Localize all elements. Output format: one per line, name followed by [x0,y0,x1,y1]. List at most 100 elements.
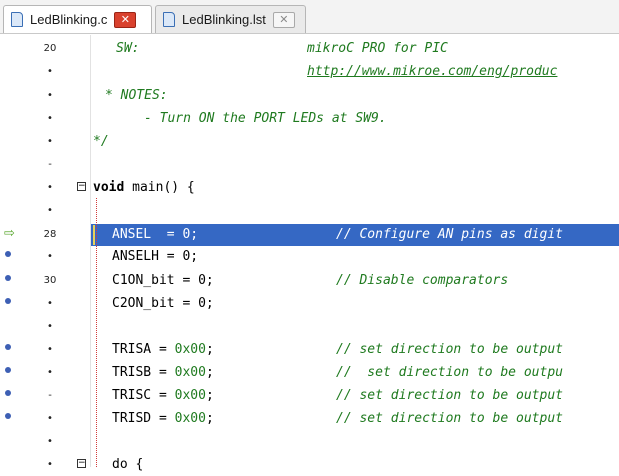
marker [4,385,14,407]
code-comment: // set direction to be output [336,411,563,426]
code-comment: // set direction to be outpu [336,365,563,380]
code-text: TRISB = [112,365,175,380]
breakpoint-dot-icon[interactable] [5,413,11,419]
breakpoint-dot-icon[interactable] [5,344,11,350]
marker [4,408,14,430]
line-number: • [47,90,53,101]
code-text: TRISC = [112,388,175,403]
url-link[interactable]: http://www.mikroe.com/eng/produc [307,61,557,83]
code-line[interactable]: • − void main() { [0,177,619,199]
hex-literal: 0x00 [174,342,206,357]
code-line[interactable]: 20 SW: mikroC PRO for PIC [0,38,619,60]
code-text: ANSELH = 0; [112,249,199,264]
marker [4,246,14,268]
close-icon[interactable]: ✕ [114,11,137,28]
code-line[interactable]: • TRISB = 0x00; // set direction to be o… [0,362,619,384]
code-line[interactable]: • - Turn ON the PORT LEDs at SW9. [0,108,619,130]
hex-literal: 0x00 [174,388,206,403]
marker [4,293,14,315]
tab-ledblinking-c[interactable]: LedBlinking.c ✕ [3,5,152,33]
code-comment: // set direction to be output [336,342,563,357]
breakpoint-dot-icon[interactable] [5,251,11,257]
code-comment: // Configure AN pins as digit [336,227,563,242]
code-text: */ [93,134,109,149]
line-number: 20 [43,43,57,54]
line-number: 28 [43,229,57,240]
code-text: ; [205,342,214,357]
line-number: • [47,251,53,262]
line-number: • [47,344,53,355]
line-number: • [47,436,53,447]
marker [4,362,14,384]
code-text: C1ON_bit = 0; [112,273,214,288]
code-line[interactable]: • C2ON_bit = 0; [0,293,619,315]
code-text: mikroC PRO for PIC [307,41,448,56]
code-line[interactable]: • TRISD = 0x00; // set direction to be o… [0,408,619,430]
file-icon [163,12,175,27]
code-text: C2ON_bit = 0; [112,296,214,311]
code-text: main() { [124,180,195,195]
code-line[interactable]: • − do { [0,454,619,476]
close-icon[interactable]: ✕ [272,11,295,28]
tab-label: LedBlinking.lst [182,12,266,27]
code-text: TRISA = [112,342,175,357]
marker: ⇨ [4,224,15,246]
code-line[interactable]: • TRISA = 0x00; // set direction to be o… [0,339,619,361]
hex-literal: 0x00 [174,365,206,380]
line-number: • [47,321,53,332]
tab-ledblinking-lst[interactable]: LedBlinking.lst ✕ [155,5,306,33]
code-text: TRISC = 0x00; [112,385,214,407]
fold-toggle-icon[interactable]: − [77,182,86,191]
code-text: * NOTES: [105,88,168,103]
code-line[interactable]: • [0,200,619,222]
exec-arrow-icon: ⇨ [4,226,15,241]
code-line[interactable]: • [0,431,619,453]
code-text: ANSEL = 0; [112,227,199,242]
line-number: • [47,459,53,470]
breakpoint-dot-icon[interactable] [5,390,11,396]
code-line[interactable]: • * NOTES: [0,85,619,107]
code-text: - Turn ON the PORT LEDs at SW9. [144,111,387,126]
breakpoint-dot-icon[interactable] [5,275,11,281]
line-number: - [48,159,52,170]
breakpoint-dot-icon[interactable] [5,367,11,373]
code-text: TRISA = 0x00; [112,339,214,361]
code-text: ; [205,388,214,403]
code-text: do { [112,457,144,472]
hex-literal: 0x00 [174,411,206,426]
line-number: • [47,182,53,193]
code-line[interactable]: • */ [0,131,619,153]
code-line[interactable]: 30 C1ON_bit = 0; // Disable comparators [0,270,619,292]
code-line[interactable]: • ANSELH = 0; [0,246,619,268]
file-icon [11,12,23,27]
code-text: void main() { [93,177,195,199]
line-number: • [47,66,53,77]
code-line[interactable]: - TRISC = 0x00; // set direction to be o… [0,385,619,407]
code-text: ; [205,365,214,380]
line-number: • [47,205,53,216]
code-comment: // Disable comparators [336,273,509,288]
line-number: • [47,413,53,424]
code-comment: // set direction to be output [336,388,563,403]
line-number: • [47,113,53,124]
code-text: SW: [116,41,140,56]
keyword-void: void [93,180,125,195]
line-number: • [47,298,53,309]
code-text: TRISB = 0x00; [112,362,214,384]
line-number: - [48,390,52,401]
marker [4,270,14,292]
code-line[interactable]: • http://www.mikroe.com/eng/produc [0,61,619,83]
code-line[interactable]: • [0,316,619,338]
breakpoint-dot-icon[interactable] [5,298,11,304]
code-text: ; [205,411,214,426]
marker [4,339,14,361]
current-line-marker [93,225,95,245]
code-text: TRISD = 0x00; [112,408,214,430]
line-number: 30 [43,275,57,286]
code-line[interactable]: - [0,154,619,176]
line-number: • [47,367,53,378]
code-text: TRISD = [112,411,175,426]
editor-tab-bar: LedBlinking.c ✕ LedBlinking.lst ✕ [0,0,619,34]
line-number: • [47,136,53,147]
tab-label: LedBlinking.c [30,12,108,27]
